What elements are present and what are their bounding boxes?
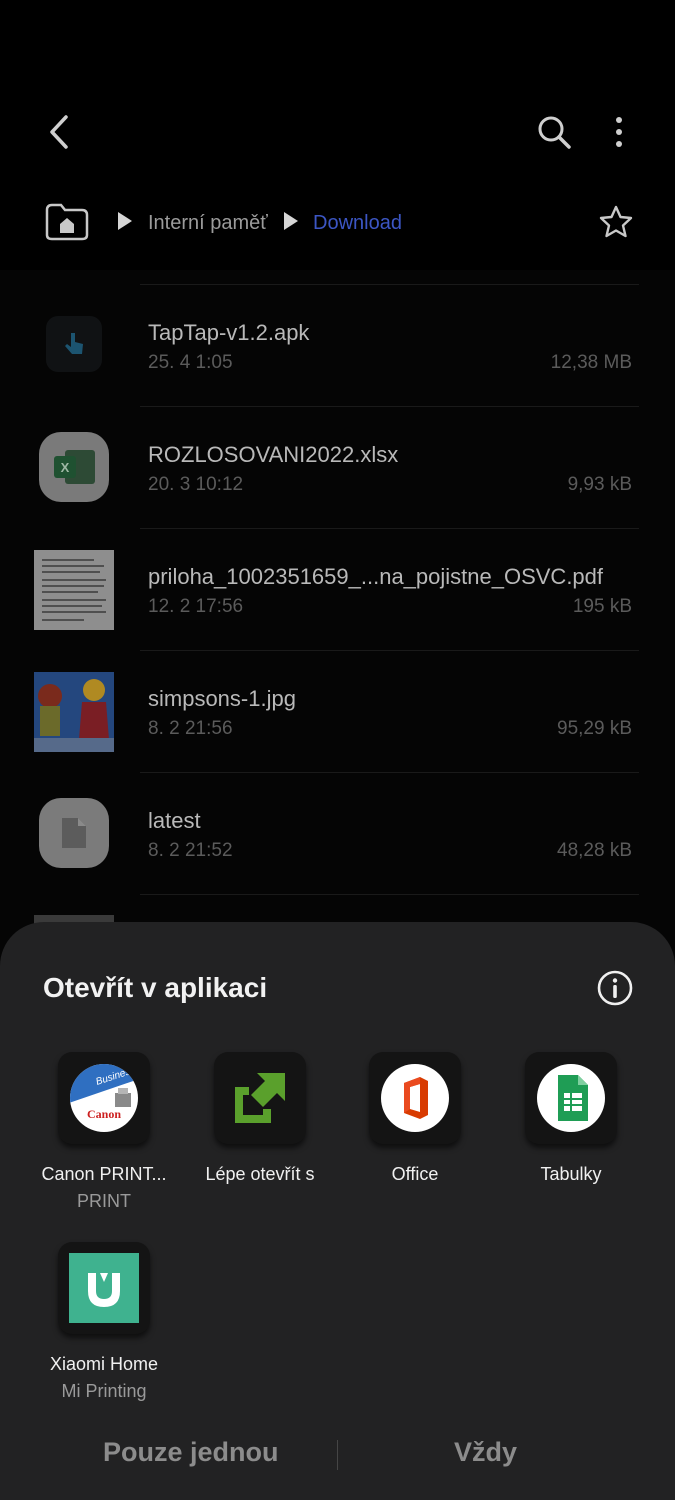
apk-icon: [46, 316, 102, 372]
file-name: priloha_1002351659_...na_pojistne_OSVC.p…: [148, 564, 604, 589]
app-label: Xiaomi Home: [49, 1354, 159, 1374]
divider: [140, 772, 639, 773]
app-label: Office: [391, 1164, 439, 1184]
home-folder-icon: [45, 203, 89, 241]
divider: [140, 528, 639, 529]
just-once-button[interactable]: Pouze jednou: [103, 1437, 279, 1468]
file-name: simpsons-1.jpg: [148, 686, 296, 711]
app-xiaomi-home[interactable]: Xiaomi Home Mi Printing: [29, 1242, 179, 1402]
app-sublabel: PRINT: [77, 1191, 131, 1211]
divider: [140, 284, 639, 285]
breadcrumb-download[interactable]: Download: [313, 210, 402, 236]
file-date: 8. 2 21:56: [148, 718, 233, 739]
office-icon: [381, 1064, 449, 1132]
star-icon: [599, 205, 633, 238]
file-name: latest: [148, 808, 201, 833]
always-button[interactable]: Vždy: [454, 1437, 517, 1468]
file-name: TapTap-v1.2.apk: [148, 320, 310, 345]
excel-icon: X: [39, 432, 109, 502]
open-with-icon: [235, 1073, 285, 1123]
breadcrumb-arrow-icon: [284, 212, 298, 230]
canon-print-icon: Business Canon: [70, 1064, 138, 1132]
file-icon: [39, 798, 109, 868]
divider: [140, 650, 639, 651]
file-row[interactable]: X ROZLOSOVANI2022.xlsx 20. 3 10:12 9,93 …: [0, 392, 675, 514]
app-label: Canon PRINT...: [41, 1164, 167, 1184]
file-row[interactable]: TapTap-v1.2.apk 25. 4 1:05 12,38 MB: [0, 270, 675, 392]
app-tile: Business Canon: [58, 1052, 150, 1144]
sheet-actions: Pouze jednou Vždy: [0, 1422, 675, 1492]
file-size: 195 kB: [572, 596, 632, 617]
info-icon: [597, 970, 633, 1006]
pdf-thumbnail: [34, 550, 114, 630]
file-size: 9,93 kB: [567, 474, 632, 495]
search-icon: [538, 116, 571, 149]
file-size: 95,29 kB: [557, 718, 632, 739]
file-size: 12,38 MB: [550, 352, 632, 373]
more-vertical-icon: [616, 117, 622, 147]
open-with-sheet: Otevřít v aplikaci Business Canon Canon …: [0, 922, 675, 1500]
file-row[interactable]: latest 8. 2 21:52 48,28 kB: [0, 758, 675, 880]
more-options-button[interactable]: [597, 110, 641, 154]
image-thumbnail: [34, 672, 114, 752]
search-button[interactable]: [532, 110, 576, 154]
breadcrumb-arrow-icon: [118, 212, 132, 230]
xiaomi-home-icon: [69, 1253, 139, 1323]
canon-logo-text: Canon: [87, 1107, 121, 1121]
file-date: 20. 3 10:12: [148, 474, 244, 495]
file-date: 12. 2 17:56: [148, 596, 244, 617]
app-tile: [214, 1052, 306, 1144]
app-office[interactable]: Office: [340, 1052, 490, 1191]
breadcrumb-internal-storage[interactable]: Interní paměť: [148, 210, 268, 236]
divider: [140, 406, 639, 407]
file-row[interactable]: simpsons-1.jpg 8. 2 21:56 95,29 kB: [0, 636, 675, 758]
sheets-icon: [537, 1064, 605, 1132]
back-button[interactable]: [36, 110, 80, 154]
info-button[interactable]: [596, 969, 634, 1007]
app-canon-print[interactable]: Business Canon Canon PRINT... PRINT: [29, 1052, 179, 1212]
app-tile: [525, 1052, 617, 1144]
app-label: Lépe otevřít s: [205, 1164, 315, 1184]
file-name: ROZLOSOVANI2022.xlsx: [148, 442, 399, 467]
action-divider: [337, 1440, 338, 1470]
file-date: 25. 4 1:05: [148, 352, 233, 373]
app-sheets[interactable]: Tabulky: [496, 1052, 646, 1191]
file-size: 48,28 kB: [557, 840, 632, 861]
back-arrow-icon: [50, 115, 68, 149]
sheet-title: Otevřít v aplikaci: [43, 972, 268, 1003]
app-open-with[interactable]: Lépe otevřít s: [185, 1052, 335, 1191]
app-tile: [58, 1242, 150, 1334]
app-sublabel: Mi Printing: [61, 1381, 147, 1401]
app-tile: [369, 1052, 461, 1144]
file-row[interactable]: priloha_1002351659_...na_pojistne_OSVC.p…: [0, 514, 675, 636]
app-label: Tabulky: [540, 1164, 602, 1184]
divider: [140, 894, 639, 895]
file-date: 8. 2 21:52: [148, 840, 233, 861]
svg-text:X: X: [61, 460, 70, 475]
favorite-button[interactable]: [594, 200, 638, 244]
home-breadcrumb-button[interactable]: [44, 201, 90, 243]
